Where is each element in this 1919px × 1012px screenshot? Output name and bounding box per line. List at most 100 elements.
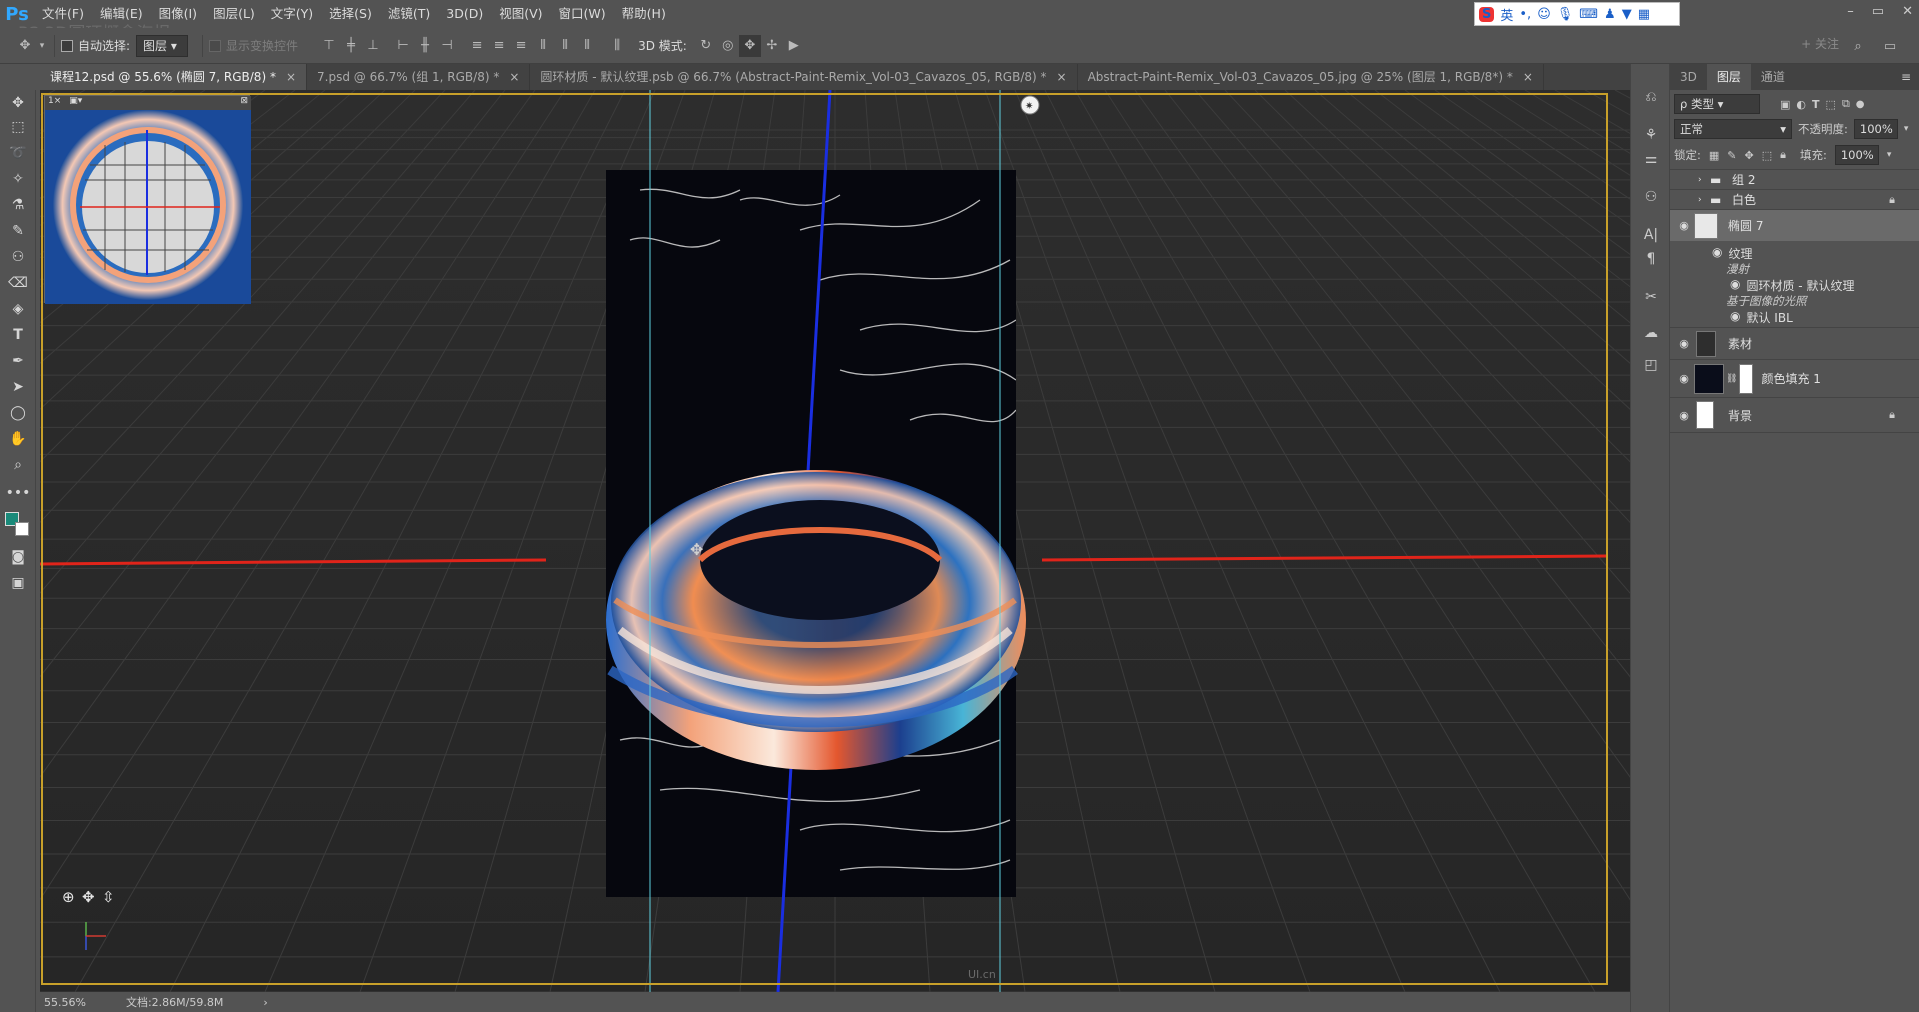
distribute-bottom-icon[interactable]: ≡ — [510, 35, 532, 57]
ime-toolbar[interactable]: S 英 •, ☺ 🎙︎ ⌨ ♟ ▼ ▦ — [1474, 2, 1680, 26]
quick-mask-icon[interactable]: ◙ — [6, 546, 30, 568]
panel-menu-icon[interactable]: ≡ — [1901, 64, 1911, 90]
lock-transparent-icon[interactable]: ▦ — [1709, 149, 1719, 162]
auto-align-icon[interactable]: ⫼ — [606, 35, 628, 57]
align-hcenter-icon[interactable]: ╫ — [414, 35, 436, 57]
tool-presets-icon[interactable]: ✂ — [1639, 286, 1663, 308]
lock-position-icon[interactable]: ✥ — [1745, 149, 1754, 162]
paragraph-icon[interactable]: ¶ — [1639, 248, 1663, 270]
texture-row[interactable]: ◉ 纹理 — [1712, 245, 1753, 262]
orbit-3d-icon[interactable]: ↻ — [695, 35, 717, 57]
clone-source-icon[interactable]: ⚇ — [1639, 186, 1663, 208]
tab-layers[interactable]: 图层 — [1706, 64, 1751, 90]
status-menu-arrow[interactable]: › — [263, 996, 267, 1009]
canvas-area[interactable]: ✷ ⊕ ✥ ⇳ ✥ 1× ▣▾ ⊠ UI.cn — [40, 90, 1630, 992]
tab-document-4[interactable]: Abstract-Paint-Remix_Vol-03_Cavazos_05.j… — [1077, 64, 1544, 90]
magic-wand-icon[interactable]: ✧ — [6, 168, 30, 190]
eye-icon[interactable]: ◉ — [1712, 245, 1722, 262]
distribute-top-icon[interactable]: ≡ — [466, 35, 488, 57]
minimize-button[interactable]: – — [1847, 4, 1854, 19]
eraser-icon[interactable]: ⌫ — [6, 272, 30, 294]
filter-toggle-icon[interactable]: ● — [1856, 99, 1865, 110]
emoji-icon[interactable]: ☺ — [1537, 7, 1551, 22]
ime-language[interactable]: 英 — [1500, 5, 1513, 24]
more-tools-icon[interactable]: ••• — [6, 482, 31, 504]
pen-tool-icon[interactable]: ✒ — [6, 350, 30, 372]
close-icon[interactable]: × — [1057, 64, 1067, 90]
layer-row-color-fill[interactable]: ◉ ⛓ 颜色填充 1 — [1670, 359, 1919, 397]
align-bottom-icon[interactable]: ⊥ — [362, 35, 384, 57]
lasso-tool-icon[interactable]: ➰ — [6, 142, 30, 164]
search-icon[interactable]: ⌕ — [1847, 35, 1869, 57]
chevron-right-icon[interactable]: › — [1698, 195, 1710, 205]
hand-tool-icon[interactable]: ✋ — [6, 428, 30, 450]
lock-artboard-icon[interactable]: ⬚ — [1762, 149, 1772, 162]
brush-settings-icon[interactable]: ⚘ — [1639, 124, 1663, 146]
link-icon[interactable]: ⛓ — [1726, 374, 1737, 384]
menu-type[interactable]: 文字(Y) — [263, 0, 321, 28]
menu-help[interactable]: 帮助(H) — [614, 0, 674, 28]
menu-edit[interactable]: 编辑(E) — [92, 0, 151, 28]
chevron-right-icon[interactable]: › — [1698, 175, 1710, 185]
filter-type-dropdown[interactable]: ρ 类型 ▾ — [1674, 94, 1760, 114]
close-icon[interactable]: × — [286, 64, 296, 90]
auto-select-dropdown[interactable]: 图层 ▾ — [136, 34, 189, 57]
opacity-input[interactable]: 100% — [1853, 119, 1898, 139]
shirt-icon[interactable]: ▼ — [1622, 7, 1632, 22]
fill-input[interactable]: 100% — [1834, 145, 1879, 165]
close-icon[interactable]: × — [509, 64, 519, 90]
slide-3d-icon[interactable]: ✢ — [761, 35, 783, 57]
show-transform-checkbox[interactable] — [209, 39, 222, 52]
close-icon[interactable]: × — [1523, 64, 1533, 90]
history-icon[interactable]: ⎌ — [1639, 86, 1663, 108]
menu-image[interactable]: 图像(I) — [151, 0, 205, 28]
zoom-tool-icon[interactable]: ⌕ — [6, 454, 30, 476]
layer-row-group-2[interactable]: › ▬ 组 2 — [1670, 169, 1919, 189]
layer-row-white[interactable]: › ▬ 白色 🔒︎ — [1670, 189, 1919, 209]
align-left-icon[interactable]: ⊢ — [392, 35, 414, 57]
path-select-icon[interactable]: ➤ — [6, 376, 30, 398]
material-row[interactable]: ◉ 圆环材质 - 默认纹理 — [1730, 277, 1854, 294]
tab-3d[interactable]: 3D — [1670, 64, 1707, 90]
paint-bucket-icon[interactable]: ◈ — [6, 298, 30, 320]
chevron-down-icon[interactable]: ▾ — [36, 35, 48, 57]
brush-tool-icon[interactable]: ✎ — [6, 220, 30, 242]
adjustments-icon[interactable]: ⚌ — [1639, 148, 1663, 170]
eye-icon[interactable]: ◉ — [1670, 409, 1698, 422]
close-button[interactable]: ✕ — [1902, 4, 1913, 19]
eye-icon[interactable]: ◉ — [1730, 309, 1740, 326]
marquee-tool-icon[interactable]: ⬚ — [6, 116, 30, 138]
keyboard-icon[interactable]: ⌨ — [1579, 7, 1598, 22]
menu-view[interactable]: 视图(V) — [491, 0, 550, 28]
layer-row-ellipse-7[interactable]: ◉ 椭圆 7 — [1670, 209, 1919, 241]
eye-icon[interactable]: ◉ — [1670, 337, 1698, 350]
ellipse-tool-icon[interactable]: ◯ — [6, 402, 30, 424]
clone-stamp-icon[interactable]: ⚇ — [6, 246, 30, 268]
distribute-right-icon[interactable]: ⦀ — [576, 35, 598, 57]
chevron-down-icon[interactable]: ▾ — [1904, 124, 1909, 134]
eyedropper-icon[interactable]: ⚗ — [6, 194, 30, 216]
tab-document-2[interactable]: 7.psd @ 66.7% (组 1, RGB/8) * × — [307, 64, 531, 90]
maximize-button[interactable]: ▭ — [1872, 4, 1884, 19]
auto-select-checkbox[interactable] — [61, 39, 73, 52]
move-tool-icon[interactable]: ✥ — [6, 92, 30, 114]
type-tool-icon[interactable]: T — [6, 324, 30, 346]
menu-filter[interactable]: 滤镜(T) — [380, 0, 438, 28]
roll-3d-icon[interactable]: ◎ — [717, 35, 739, 57]
distribute-hcenter-icon[interactable]: ⦀ — [554, 35, 576, 57]
align-top-icon[interactable]: ⊤ — [318, 35, 340, 57]
tab-channels[interactable]: 通道 — [1751, 64, 1795, 90]
layer-row-background[interactable]: ◉ 背景 🔒︎ — [1670, 397, 1919, 433]
drag-3d-icon[interactable]: ✥ — [738, 34, 761, 57]
filter-type-icon[interactable]: T — [1812, 98, 1820, 111]
screen-mode-icon[interactable]: ▣ — [6, 572, 30, 594]
filter-smart-icon[interactable]: ⧉ — [1842, 97, 1850, 111]
chevron-down-icon[interactable]: ▾ — [1887, 150, 1892, 160]
properties-icon[interactable]: ◰ — [1639, 354, 1663, 376]
align-vcenter-icon[interactable]: ╪ — [340, 35, 362, 57]
move-tool-icon[interactable]: ✥ — [14, 35, 36, 57]
blend-mode-dropdown[interactable]: 正常 ▾ — [1674, 119, 1792, 139]
distribute-left-icon[interactable]: ⦀ — [532, 35, 554, 57]
eye-icon[interactable]: ◉ — [1730, 277, 1740, 294]
tab-document-3[interactable]: 圆环材质 - 默认纹理.psb @ 66.7% (Abstract-Paint-… — [530, 64, 1078, 90]
